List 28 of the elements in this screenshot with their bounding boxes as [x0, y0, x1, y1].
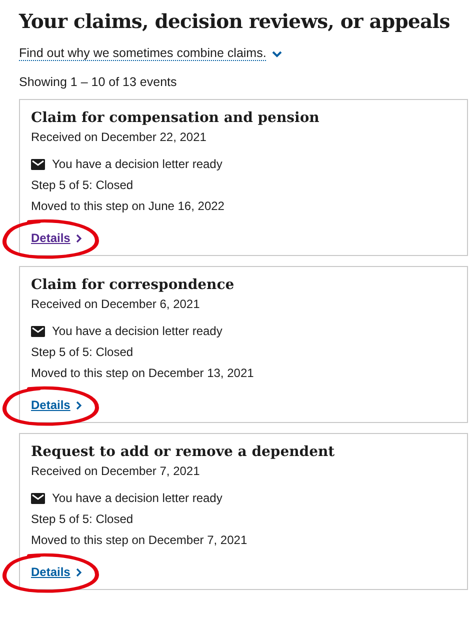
decision-notice: You have a decision letter ready	[52, 491, 222, 506]
claim-step: Step 5 of 5: Closed	[31, 178, 456, 193]
claim-step: Step 5 of 5: Closed	[31, 512, 456, 527]
claim-title: Request to add or remove a dependent	[31, 444, 336, 460]
chevron-down-icon	[272, 50, 282, 58]
details-link[interactable]: Details	[31, 565, 82, 579]
results-summary: Showing 1 – 10 of 13 events	[19, 75, 178, 89]
page-title: Your claims, decision reviews, or appeals	[19, 9, 451, 35]
chevron-right-icon	[76, 234, 82, 242]
decision-notice: You have a decision letter ready	[52, 324, 222, 339]
step-date: Moved to this step on December 13, 2021	[31, 366, 255, 381]
envelope-icon	[31, 159, 45, 170]
decision-notice: You have a decision letter ready	[52, 157, 222, 172]
envelope-icon	[31, 326, 45, 337]
chevron-right-icon	[76, 400, 82, 410]
received-date: Received on December 6, 2021	[31, 297, 201, 312]
details-link[interactable]: Details	[31, 231, 82, 245]
step-date: Moved to this step on June 16, 2022	[31, 199, 226, 214]
chevron-right-icon	[76, 568, 82, 576]
envelope-icon	[31, 493, 45, 504]
step-date: Moved to this step on December 7, 2021	[31, 533, 248, 548]
info-disclosure-link[interactable]: Find out why we sometimes combine claims.	[19, 46, 282, 61]
received-date: Received on December 7, 2021	[31, 464, 201, 479]
received-date: Received on December 22, 2021	[31, 130, 208, 145]
claim-title: Claim for correspondence	[31, 277, 236, 293]
claim-step: Step 5 of 5: Closed	[31, 345, 456, 360]
details-link[interactable]: Details	[31, 398, 82, 412]
claim-title: Claim for compensation and pension	[31, 110, 320, 126]
